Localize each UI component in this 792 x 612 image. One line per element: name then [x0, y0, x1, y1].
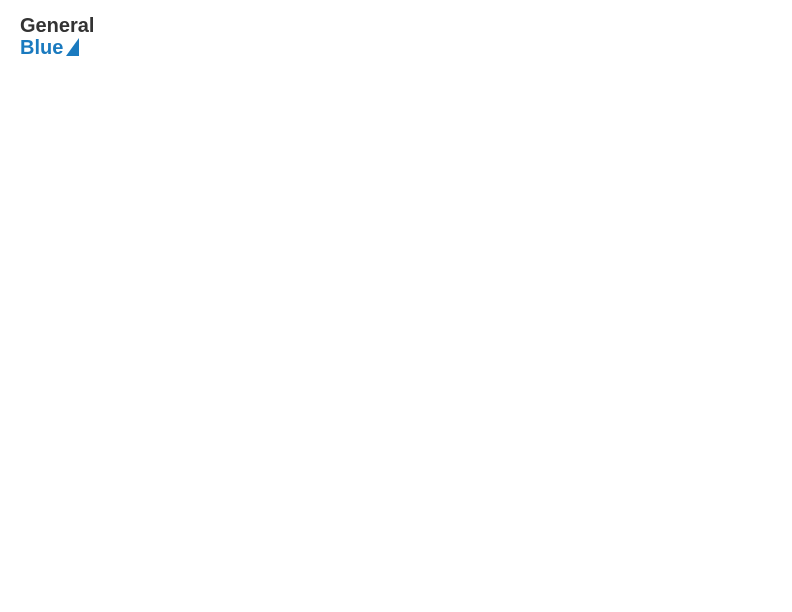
logo-blue: Blue — [20, 37, 63, 59]
logo-general: General — [20, 15, 94, 37]
header: General Blue — [10, 10, 782, 64]
logo: General Blue — [20, 15, 94, 59]
